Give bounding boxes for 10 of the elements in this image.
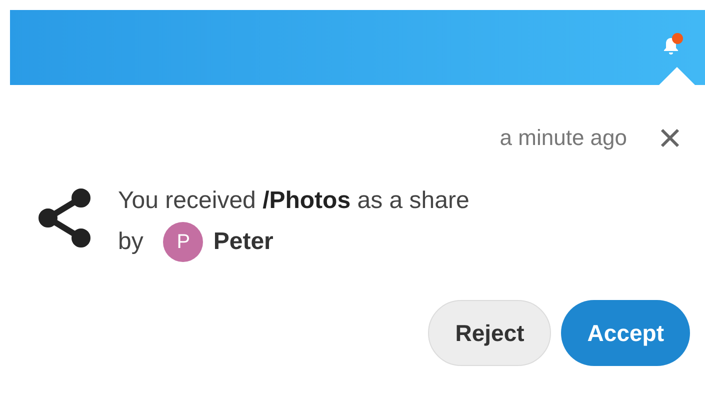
- user-avatar: P: [163, 222, 204, 262]
- user-name: Peter: [213, 227, 274, 257]
- popover-arrow: [659, 67, 695, 85]
- bell-icon: [661, 36, 681, 56]
- by-label: by: [118, 227, 144, 257]
- accept-button[interactable]: Accept: [561, 300, 690, 366]
- reject-button[interactable]: Reject: [428, 300, 552, 366]
- timestamp: a minute ago: [500, 124, 627, 152]
- close-icon: [659, 126, 681, 148]
- message-text: You received /Photos as a share: [118, 186, 470, 216]
